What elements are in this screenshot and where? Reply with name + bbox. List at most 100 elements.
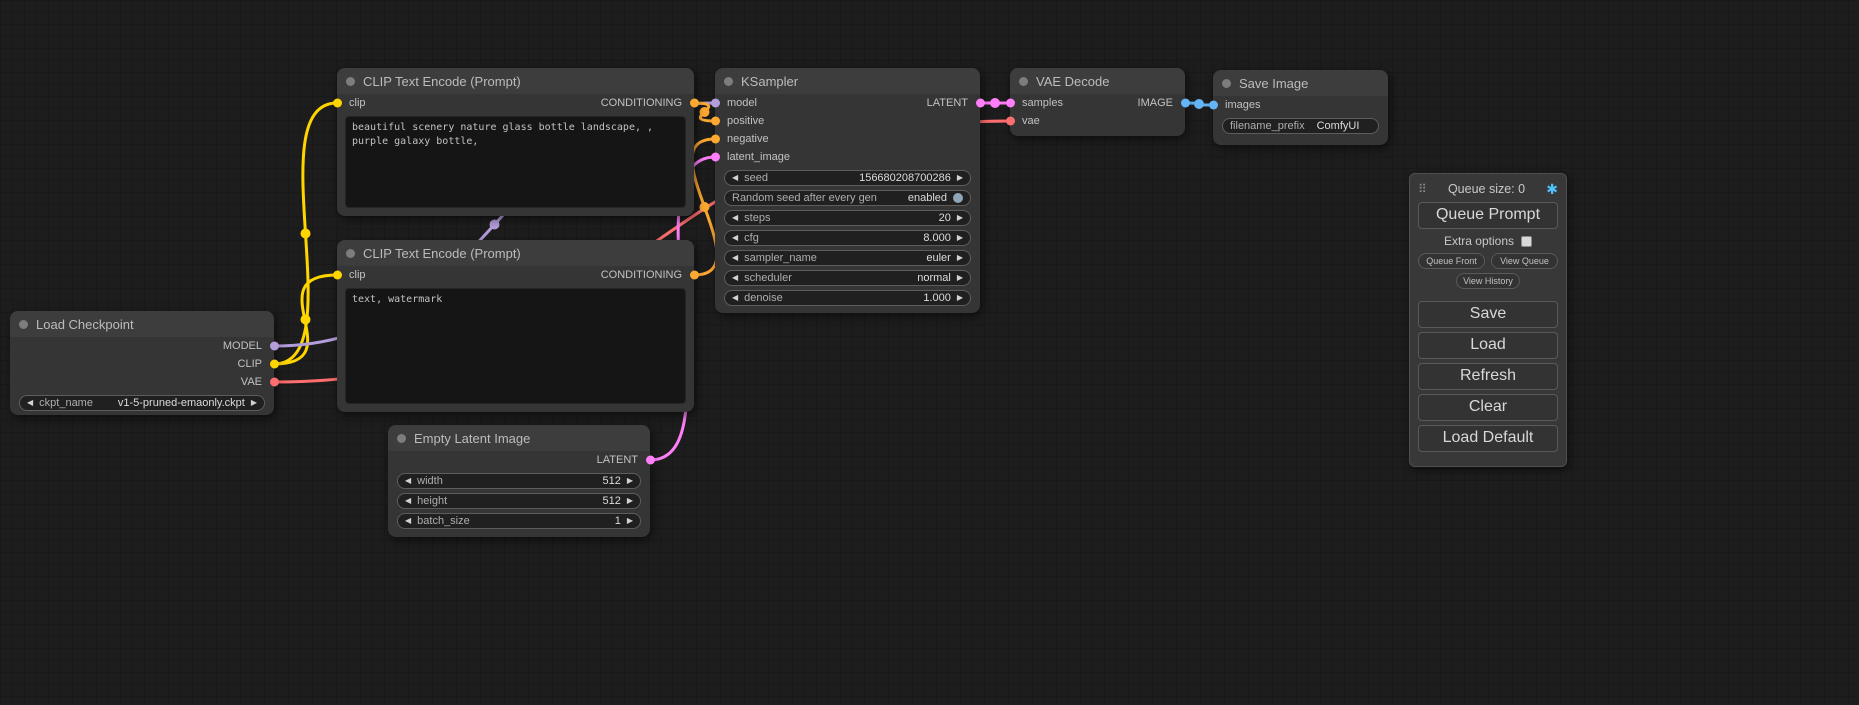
increment-icon[interactable]: ▶ (957, 174, 963, 182)
view-history-row: View History (1418, 271, 1558, 291)
load-default-button[interactable]: Load Default (1418, 425, 1558, 452)
width-widget[interactable]: ◀ width 512 ▶ (397, 473, 641, 489)
decrement-icon[interactable]: ◀ (732, 234, 738, 242)
denoise-widget[interactable]: ◀ denoise 1.000 ▶ (724, 290, 971, 306)
slot-row: clip CONDITIONING (337, 266, 694, 284)
clear-button[interactable]: Clear (1418, 394, 1558, 421)
input-label-vae: vae (1022, 115, 1040, 127)
seed-widget[interactable]: ◀ seed 156680208700286 ▶ (724, 170, 971, 186)
slot-row: VAE (10, 373, 274, 391)
settings-gear-icon[interactable]: ✱ (1546, 181, 1558, 198)
next-value-icon[interactable]: ▶ (251, 399, 257, 407)
node-title-bar[interactable]: VAE Decode (1010, 68, 1185, 94)
refresh-button[interactable]: Refresh (1418, 363, 1558, 390)
port-vae-input[interactable] (1006, 117, 1015, 126)
node-save-image[interactable]: Save Image images filename_prefix ComfyU… (1213, 70, 1388, 145)
increment-icon[interactable]: ▶ (957, 234, 963, 242)
sampler-name-widget[interactable]: ◀ sampler_name euler ▶ (724, 250, 971, 266)
view-history-button[interactable]: View History (1456, 273, 1520, 289)
node-title-bar[interactable]: Empty Latent Image (388, 425, 650, 451)
save-button[interactable]: Save (1418, 301, 1558, 328)
collapse-dot[interactable] (1019, 77, 1028, 86)
prev-value-icon[interactable]: ◀ (732, 254, 738, 262)
port-samples-input[interactable] (1006, 99, 1015, 108)
node-title-bar[interactable]: Load Checkpoint (10, 311, 274, 337)
collapse-dot[interactable] (724, 77, 733, 86)
port-clip-output[interactable] (270, 360, 279, 369)
prev-value-icon[interactable]: ◀ (732, 274, 738, 282)
node-clip-text-encode-positive[interactable]: CLIP Text Encode (Prompt) clip CONDITION… (337, 68, 694, 216)
widget-value: 512 (602, 475, 620, 487)
negative-prompt-textarea[interactable]: text, watermark (345, 288, 686, 404)
port-negative-input[interactable] (711, 135, 720, 144)
node-title-bar[interactable]: CLIP Text Encode (Prompt) (337, 68, 694, 94)
decrement-icon[interactable]: ◀ (732, 294, 738, 302)
increment-icon[interactable]: ▶ (627, 477, 633, 485)
prev-value-icon[interactable]: ◀ (27, 399, 33, 407)
decrement-icon[interactable]: ◀ (732, 214, 738, 222)
port-latent-output[interactable] (646, 456, 655, 465)
slot-row: model LATENT (715, 94, 980, 112)
port-clip-input[interactable] (333, 271, 342, 280)
node-title-bar[interactable]: Save Image (1213, 70, 1388, 96)
node-vae-decode[interactable]: VAE Decode samples IMAGE vae (1010, 68, 1185, 136)
port-conditioning-output[interactable] (690, 99, 699, 108)
graph-canvas[interactable]: Load Checkpoint MODEL CLIP VAE ◀ ckpt_na… (0, 0, 1859, 705)
random-seed-toggle-widget[interactable]: Random seed after every gen enabled (724, 190, 971, 206)
batch-size-widget[interactable]: ◀ batch_size 1 ▶ (397, 513, 641, 529)
increment-icon[interactable]: ▶ (627, 517, 633, 525)
node-clip-text-encode-negative[interactable]: CLIP Text Encode (Prompt) clip CONDITION… (337, 240, 694, 412)
decrement-icon[interactable]: ◀ (732, 174, 738, 182)
port-positive-input[interactable] (711, 117, 720, 126)
extra-options-label: Extra options (1444, 234, 1514, 248)
ckpt-name-widget[interactable]: ◀ ckpt_name v1-5-pruned-emaonly.ckpt ▶ (19, 395, 265, 411)
port-latent-output[interactable] (976, 99, 985, 108)
positive-prompt-textarea[interactable]: beautiful scenery nature glass bottle la… (345, 116, 686, 208)
next-value-icon[interactable]: ▶ (957, 274, 963, 282)
port-clip-input[interactable] (333, 99, 342, 108)
port-vae-output[interactable] (270, 378, 279, 387)
output-label-conditioning: CONDITIONING (601, 269, 682, 281)
queue-front-button[interactable]: Queue Front (1418, 253, 1485, 269)
filename-prefix-widget[interactable]: filename_prefix ComfyUI (1222, 118, 1379, 134)
widget-label: ckpt_name (39, 397, 93, 409)
decrement-icon[interactable]: ◀ (405, 497, 411, 505)
scheduler-widget[interactable]: ◀ scheduler normal ▶ (724, 270, 971, 286)
increment-icon[interactable]: ▶ (627, 497, 633, 505)
collapse-dot[interactable] (346, 249, 355, 258)
drag-handle-icon[interactable]: ⠿ (1418, 182, 1427, 196)
node-load-checkpoint[interactable]: Load Checkpoint MODEL CLIP VAE ◀ ckpt_na… (10, 311, 274, 415)
decrement-icon[interactable]: ◀ (405, 477, 411, 485)
next-value-icon[interactable]: ▶ (957, 254, 963, 262)
collapse-dot[interactable] (346, 77, 355, 86)
port-conditioning-output[interactable] (690, 271, 699, 280)
widget-label: scheduler (744, 272, 792, 284)
load-button[interactable]: Load (1418, 332, 1558, 359)
wire-midpoint-dot (700, 107, 710, 117)
port-model-input[interactable] (711, 99, 720, 108)
increment-icon[interactable]: ▶ (957, 294, 963, 302)
port-image-output[interactable] (1181, 99, 1190, 108)
decrement-icon[interactable]: ◀ (405, 517, 411, 525)
collapse-dot[interactable] (397, 434, 406, 443)
node-ksampler[interactable]: KSampler model LATENT positive negative … (715, 68, 980, 313)
steps-widget[interactable]: ◀ steps 20 ▶ (724, 210, 971, 226)
node-empty-latent-image[interactable]: Empty Latent Image LATENT ◀ width 512 ▶ … (388, 425, 650, 537)
extra-options-checkbox[interactable] (1521, 236, 1532, 247)
node-title-bar[interactable]: CLIP Text Encode (Prompt) (337, 240, 694, 266)
collapse-dot[interactable] (1222, 79, 1231, 88)
port-latent-image-input[interactable] (711, 153, 720, 162)
slot-row: LATENT (388, 451, 650, 469)
increment-icon[interactable]: ▶ (957, 214, 963, 222)
widget-value: 1.000 (923, 292, 951, 304)
queue-prompt-button[interactable]: Queue Prompt (1418, 202, 1558, 229)
cfg-widget[interactable]: ◀ cfg 8.000 ▶ (724, 230, 971, 246)
height-widget[interactable]: ◀ height 512 ▶ (397, 493, 641, 509)
port-model-output[interactable] (270, 342, 279, 351)
widget-label: height (417, 495, 447, 507)
wire-midpoint-dot (700, 202, 710, 212)
view-queue-button[interactable]: View Queue (1491, 253, 1558, 269)
port-images-input[interactable] (1209, 101, 1218, 110)
collapse-dot[interactable] (19, 320, 28, 329)
node-title-bar[interactable]: KSampler (715, 68, 980, 94)
